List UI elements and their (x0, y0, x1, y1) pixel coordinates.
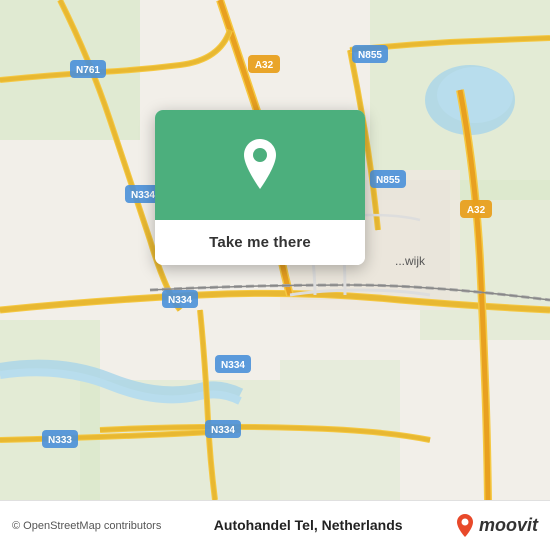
moovit-branding: moovit (455, 513, 538, 539)
svg-text:N334: N334 (168, 295, 192, 306)
svg-text:N333: N333 (48, 435, 72, 446)
location-popup: Take me there (155, 110, 365, 265)
svg-text:N855: N855 (376, 175, 400, 186)
location-pin-icon (238, 137, 282, 193)
svg-text:A32: A32 (467, 205, 486, 216)
location-title: Autohandel Tel, Netherlands (214, 517, 403, 535)
svg-text:A32: A32 (255, 60, 274, 71)
osm-attribution: © OpenStreetMap contributors (12, 520, 161, 532)
svg-text:N334: N334 (131, 190, 155, 201)
svg-text:N334: N334 (211, 425, 235, 436)
moovit-text-label: moovit (479, 515, 538, 536)
popup-green-header (155, 110, 365, 220)
location-name-label: Autohandel Tel, Netherlands (214, 517, 403, 533)
svg-text:...wijk: ...wijk (395, 254, 426, 268)
moovit-pin-icon (455, 513, 475, 539)
svg-text:N761: N761 (76, 65, 100, 76)
take-me-there-button[interactable]: Take me there (155, 220, 365, 265)
attribution-area: © OpenStreetMap contributors (12, 520, 161, 532)
bottom-bar: © OpenStreetMap contributors Autohandel … (0, 500, 550, 550)
svg-text:N334: N334 (221, 360, 245, 371)
svg-text:N855: N855 (358, 50, 382, 61)
map-container: N761 A32 N855 N855 A32 N334 N334 N334 N3… (0, 0, 550, 500)
